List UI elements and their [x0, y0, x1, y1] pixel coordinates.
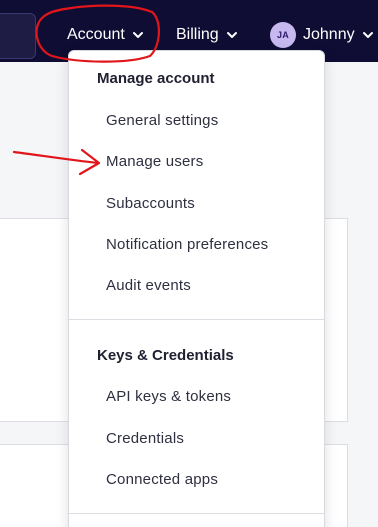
menu-item-general-settings[interactable]: General settings	[106, 112, 218, 129]
menu-item-audit-events[interactable]: Audit events	[106, 277, 191, 294]
billing-menu-button[interactable]: Billing	[176, 22, 238, 48]
user-menu-button[interactable]: JA Johnny	[270, 22, 374, 48]
menu-item-manage-users[interactable]: Manage users	[106, 153, 203, 170]
menu-item-credentials[interactable]: Credentials	[106, 430, 184, 447]
chevron-down-icon	[362, 29, 374, 41]
menu-item-notification-preferences[interactable]: Notification preferences	[106, 236, 268, 253]
avatar: JA	[270, 22, 296, 48]
account-label: Account	[67, 26, 125, 43]
menu-divider	[69, 319, 324, 320]
chevron-down-icon	[132, 29, 144, 41]
section-heading-keys-credentials: Keys & Credentials	[97, 347, 234, 364]
user-name: Johnny	[303, 26, 355, 43]
menu-item-api-keys-tokens[interactable]: API keys & tokens	[106, 388, 231, 405]
account-menu-button[interactable]: Account	[67, 22, 144, 48]
menu-item-connected-apps[interactable]: Connected apps	[106, 471, 218, 488]
menu-divider	[69, 513, 324, 514]
menu-item-subaccounts[interactable]: Subaccounts	[106, 195, 195, 212]
section-heading-manage-account: Manage account	[97, 70, 215, 87]
billing-label: Billing	[176, 26, 219, 43]
chevron-down-icon	[226, 29, 238, 41]
account-dropdown-menu: Manage account General settings Manage u…	[68, 50, 325, 527]
search-input[interactable]	[0, 13, 36, 59]
